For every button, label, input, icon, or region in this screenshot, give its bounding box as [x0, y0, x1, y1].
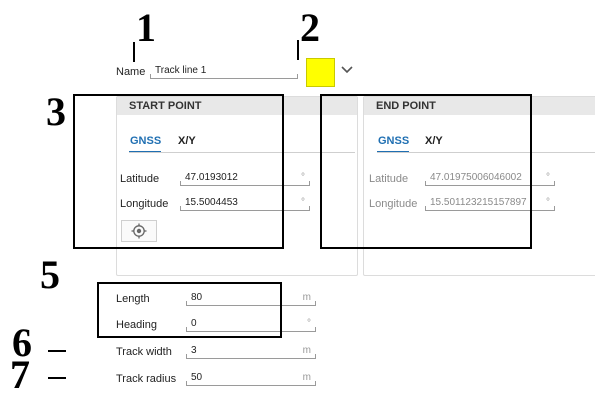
track-radius-unit: m [302, 372, 311, 383]
callout-box-end-point [320, 94, 532, 249]
length-unit: m [302, 292, 311, 303]
name-input[interactable]: Track line 1 [150, 64, 298, 79]
end-longitude-unit: ° [546, 197, 550, 208]
color-swatch[interactable] [306, 58, 335, 87]
track-radius-value: 50 [191, 372, 203, 383]
end-latitude-unit: ° [546, 172, 550, 183]
track-width-label: Track width [116, 346, 172, 358]
name-label: Name [116, 66, 146, 78]
callout-6-pointer [48, 350, 66, 352]
heading-unit: ° [307, 318, 311, 329]
start-longitude-unit: ° [301, 197, 305, 208]
callout-box-start-point [73, 94, 284, 249]
track-radius-input[interactable]: 50 m [186, 371, 316, 386]
track-width-unit: m [302, 345, 311, 356]
callout-7: 7 [10, 352, 30, 397]
track-radius-label: Track radius [116, 373, 177, 385]
track-width-input[interactable]: 3 m [186, 344, 316, 359]
callout-1-pointer [133, 42, 135, 62]
callout-2-pointer [297, 40, 299, 60]
callout-2: 2 [300, 5, 320, 50]
callout-7-pointer [48, 377, 66, 379]
start-latitude-unit: ° [301, 172, 305, 183]
track-width-value: 3 [191, 345, 197, 356]
chevron-down-icon[interactable] [339, 62, 355, 78]
callout-3: 3 [46, 89, 66, 134]
name-value: Track line 1 [155, 65, 207, 76]
callout-5: 5 [40, 252, 60, 297]
callout-box-length-heading [97, 282, 282, 338]
callout-1: 1 [136, 5, 156, 50]
